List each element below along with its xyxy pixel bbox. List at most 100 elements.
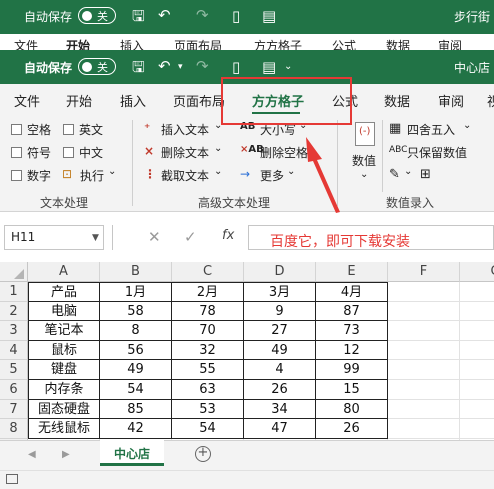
cell-f5[interactable]: [388, 360, 460, 380]
cell-f4[interactable]: [388, 340, 460, 361]
tab-page-layout[interactable]: 页面布局: [173, 91, 225, 110]
cell-a5[interactable]: 键盘: [28, 360, 100, 380]
undo-dropdown-icon[interactable]: ▾: [178, 59, 183, 75]
grid-icon[interactable]: ⊞: [420, 167, 431, 182]
column-header-e[interactable]: E: [316, 262, 388, 282]
delete-text-button[interactable]: 删除文本: [161, 144, 209, 161]
format-icon[interactable]: ▤: [262, 59, 276, 75]
sheet-next-icon[interactable]: ▶: [62, 449, 70, 460]
value-dropdown-icon[interactable]: ⌄: [360, 169, 368, 180]
cancel-icon[interactable]: ✕: [148, 228, 161, 246]
cell-g1[interactable]: [460, 282, 494, 302]
insert-text-button[interactable]: 插入文本: [161, 121, 209, 138]
cell-d6[interactable]: 26: [244, 380, 316, 400]
column-header-g[interactable]: G: [460, 262, 494, 282]
cell-d1[interactable]: 3月: [244, 282, 316, 302]
cell-a4[interactable]: 鼠标: [28, 340, 100, 361]
tab-view[interactable]: 视: [487, 91, 494, 110]
cell-a8[interactable]: 无线鼠标: [28, 419, 100, 439]
cell-d8[interactable]: 47: [244, 419, 316, 439]
extract-text-dropdown-icon[interactable]: ⌄: [214, 166, 222, 177]
cell-e5[interactable]: 99: [316, 360, 388, 380]
cell-d2[interactable]: 9: [244, 301, 316, 322]
cell-c1[interactable]: 2月: [172, 282, 244, 302]
cell-e8[interactable]: 26: [316, 419, 388, 439]
row-header-6[interactable]: 6: [0, 380, 28, 400]
cell-b2[interactable]: 58: [100, 301, 172, 322]
cell-e1[interactable]: 4月: [316, 282, 388, 302]
customize-icon[interactable]: ⌄: [284, 59, 292, 75]
cell-c7[interactable]: 53: [172, 399, 244, 420]
checkbox-symbol[interactable]: [11, 147, 22, 158]
file-icon[interactable]: ▯: [232, 59, 240, 75]
checkbox-number[interactable]: [11, 170, 22, 181]
execute-button[interactable]: 执行: [80, 167, 104, 184]
cell-b7[interactable]: 85: [100, 399, 172, 420]
cell-c2[interactable]: 78: [172, 301, 244, 322]
column-header-f[interactable]: F: [388, 262, 460, 282]
tab-file[interactable]: 文件: [14, 91, 40, 110]
cell-b3[interactable]: 8: [100, 321, 172, 341]
cell-b6[interactable]: 54: [100, 380, 172, 400]
edit-dropdown-icon[interactable]: ⌄: [404, 166, 412, 177]
checkbox-chinese[interactable]: [63, 147, 74, 158]
cell-g6[interactable]: [460, 380, 494, 400]
cell-c4[interactable]: 32: [172, 340, 244, 361]
cell-a6[interactable]: 内存条: [28, 380, 100, 400]
cell-g3[interactable]: [460, 321, 494, 341]
cell-g8[interactable]: [460, 419, 494, 439]
cell-f1[interactable]: [388, 282, 460, 302]
cell-g4[interactable]: [460, 341, 494, 361]
cell-c6[interactable]: 63: [172, 380, 244, 400]
cell-b4[interactable]: 56: [100, 340, 172, 361]
row-header-4[interactable]: 4: [0, 340, 28, 361]
undo-icon[interactable]: ↶: [158, 7, 171, 23]
row-header-1[interactable]: 1: [0, 282, 28, 302]
redo-icon[interactable]: ↷: [196, 58, 209, 74]
undo-icon[interactable]: ↶: [158, 58, 171, 74]
delete-text-dropdown-icon[interactable]: ⌄: [214, 143, 222, 154]
file-icon[interactable]: ▯: [232, 8, 240, 24]
cell-a7[interactable]: 固态硬盘: [28, 399, 100, 420]
enter-icon[interactable]: ✓: [184, 228, 197, 246]
tab-insert[interactable]: 插入: [120, 91, 146, 110]
more-dropdown-icon[interactable]: ⌄: [287, 166, 295, 177]
cell-f7[interactable]: [388, 399, 460, 420]
column-header-b[interactable]: B: [100, 262, 172, 282]
tab-review[interactable]: 审阅: [438, 91, 464, 110]
cell-f6[interactable]: [388, 380, 460, 400]
cell-e2[interactable]: 87: [316, 301, 388, 322]
cell-f2[interactable]: [388, 301, 460, 322]
cell-a2[interactable]: 电脑: [28, 301, 100, 322]
cell-a3[interactable]: 笔记本: [28, 321, 100, 341]
cell-d7[interactable]: 34: [244, 399, 316, 420]
add-sheet-button[interactable]: +: [195, 446, 211, 462]
column-header-a[interactable]: A: [28, 262, 100, 282]
row-header-8[interactable]: 8: [0, 419, 28, 439]
redo-icon[interactable]: ↷: [196, 7, 209, 23]
round-button[interactable]: 四舍五入: [407, 121, 455, 138]
row-header-2[interactable]: 2: [0, 301, 28, 322]
cell-g2[interactable]: [460, 302, 494, 322]
sheet-prev-icon[interactable]: ◀: [28, 449, 36, 460]
round-dropdown-icon[interactable]: ⌄: [463, 120, 471, 131]
cell-b8[interactable]: 42: [100, 419, 172, 439]
cell-d5[interactable]: 4: [244, 360, 316, 380]
save-icon[interactable]: 🖫: [132, 59, 145, 75]
row-header-5[interactable]: 5: [0, 360, 28, 380]
cell-d4[interactable]: 49: [244, 340, 316, 361]
sheet-tab-active[interactable]: 中心店: [100, 440, 164, 466]
execute-dropdown-icon[interactable]: ⌄: [108, 166, 116, 177]
cell-d3[interactable]: 27: [244, 321, 316, 341]
name-box-dropdown-icon[interactable]: ▼: [92, 233, 99, 243]
cell-e4[interactable]: 12: [316, 340, 388, 361]
tab-data[interactable]: 数据: [384, 91, 410, 110]
row-header-3[interactable]: 3: [0, 321, 28, 341]
cell-g5[interactable]: [460, 360, 494, 380]
insert-function-button[interactable]: fx: [222, 228, 234, 243]
cell-f3[interactable]: [388, 321, 460, 341]
checkbox-english[interactable]: [63, 124, 74, 135]
cell-g7[interactable]: [460, 400, 494, 420]
extract-text-button[interactable]: 截取文本: [161, 167, 209, 184]
bg-autosave-toggle[interactable]: 关: [78, 7, 116, 24]
